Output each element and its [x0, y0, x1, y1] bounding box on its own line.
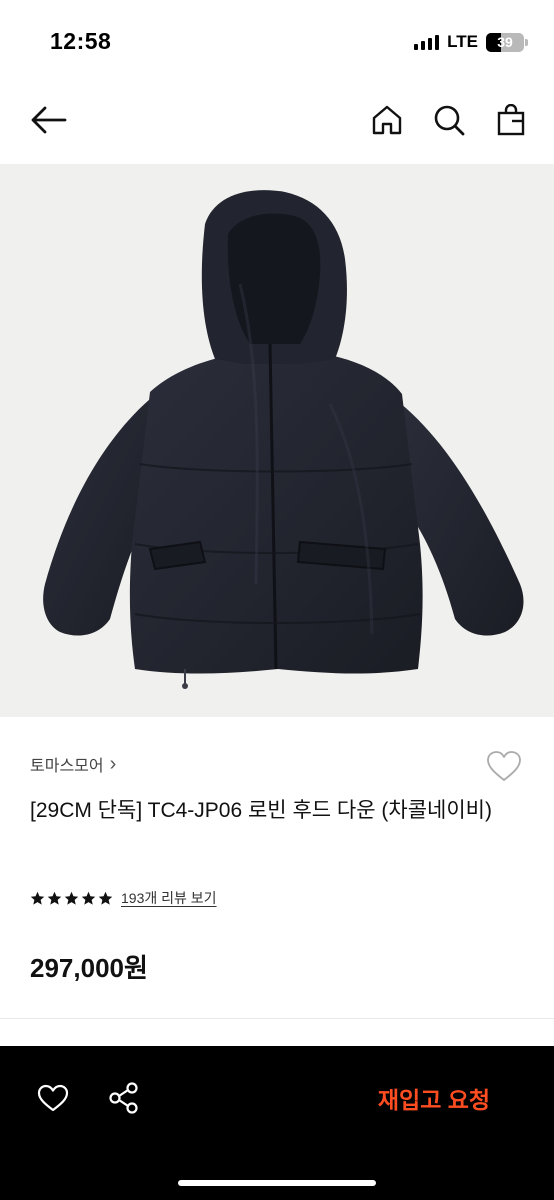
restock-request-button[interactable]: 재입고 요청 — [360, 1078, 508, 1118]
brand-link[interactable]: 토마스모어 › — [30, 752, 116, 776]
star-icon — [64, 891, 79, 905]
back-button[interactable] — [26, 98, 70, 142]
share-icon — [109, 1082, 138, 1114]
battery-level: 39 — [497, 34, 513, 50]
star-icon — [81, 891, 96, 905]
wishlist-button[interactable] — [482, 746, 526, 786]
home-icon — [372, 105, 402, 135]
battery-icon: 39 — [486, 32, 528, 52]
chevron-right-icon: › — [109, 753, 117, 775]
product-title: [29CM 단독] TC4-JP06 로빈 후드 다운 (차콜네이비) — [30, 799, 492, 822]
battery-cap — [525, 38, 528, 46]
bottom-action-bar: 재입고 요청 — [0, 1046, 554, 1200]
arrow-left-icon — [31, 106, 67, 134]
shopping-bag-icon — [497, 104, 525, 136]
puffer-jacket-image — [43, 190, 524, 689]
star-icon — [30, 891, 45, 905]
like-button[interactable] — [31, 1076, 75, 1120]
star-icon — [47, 891, 62, 905]
rating-stars — [30, 891, 113, 906]
star-icon — [98, 891, 113, 905]
home-indicator — [178, 1180, 376, 1186]
status-bar: 12:58 LTE 39 — [0, 0, 554, 84]
heart-outline-icon — [487, 751, 521, 781]
brand-name: 토마스모어 — [30, 758, 104, 775]
product-image[interactable] — [0, 164, 554, 717]
top-nav-bar — [0, 84, 554, 164]
product-price: 297,000원 — [30, 953, 148, 983]
divider — [0, 1018, 554, 1019]
home-button[interactable] — [365, 98, 409, 142]
status-time: 12:58 — [50, 28, 112, 54]
status-indicators: LTE 39 — [414, 32, 528, 52]
rating-row: 193개 리뷰 보기 — [30, 888, 217, 908]
heart-outline-icon — [37, 1084, 69, 1112]
review-link[interactable]: 193개 리뷰 보기 — [121, 888, 217, 908]
signal-strength-icon — [414, 34, 440, 50]
network-type: LTE — [447, 32, 478, 51]
search-icon — [434, 105, 465, 136]
share-button[interactable] — [102, 1076, 146, 1120]
shopping-bag-button[interactable] — [489, 98, 533, 142]
search-button[interactable] — [427, 98, 471, 142]
